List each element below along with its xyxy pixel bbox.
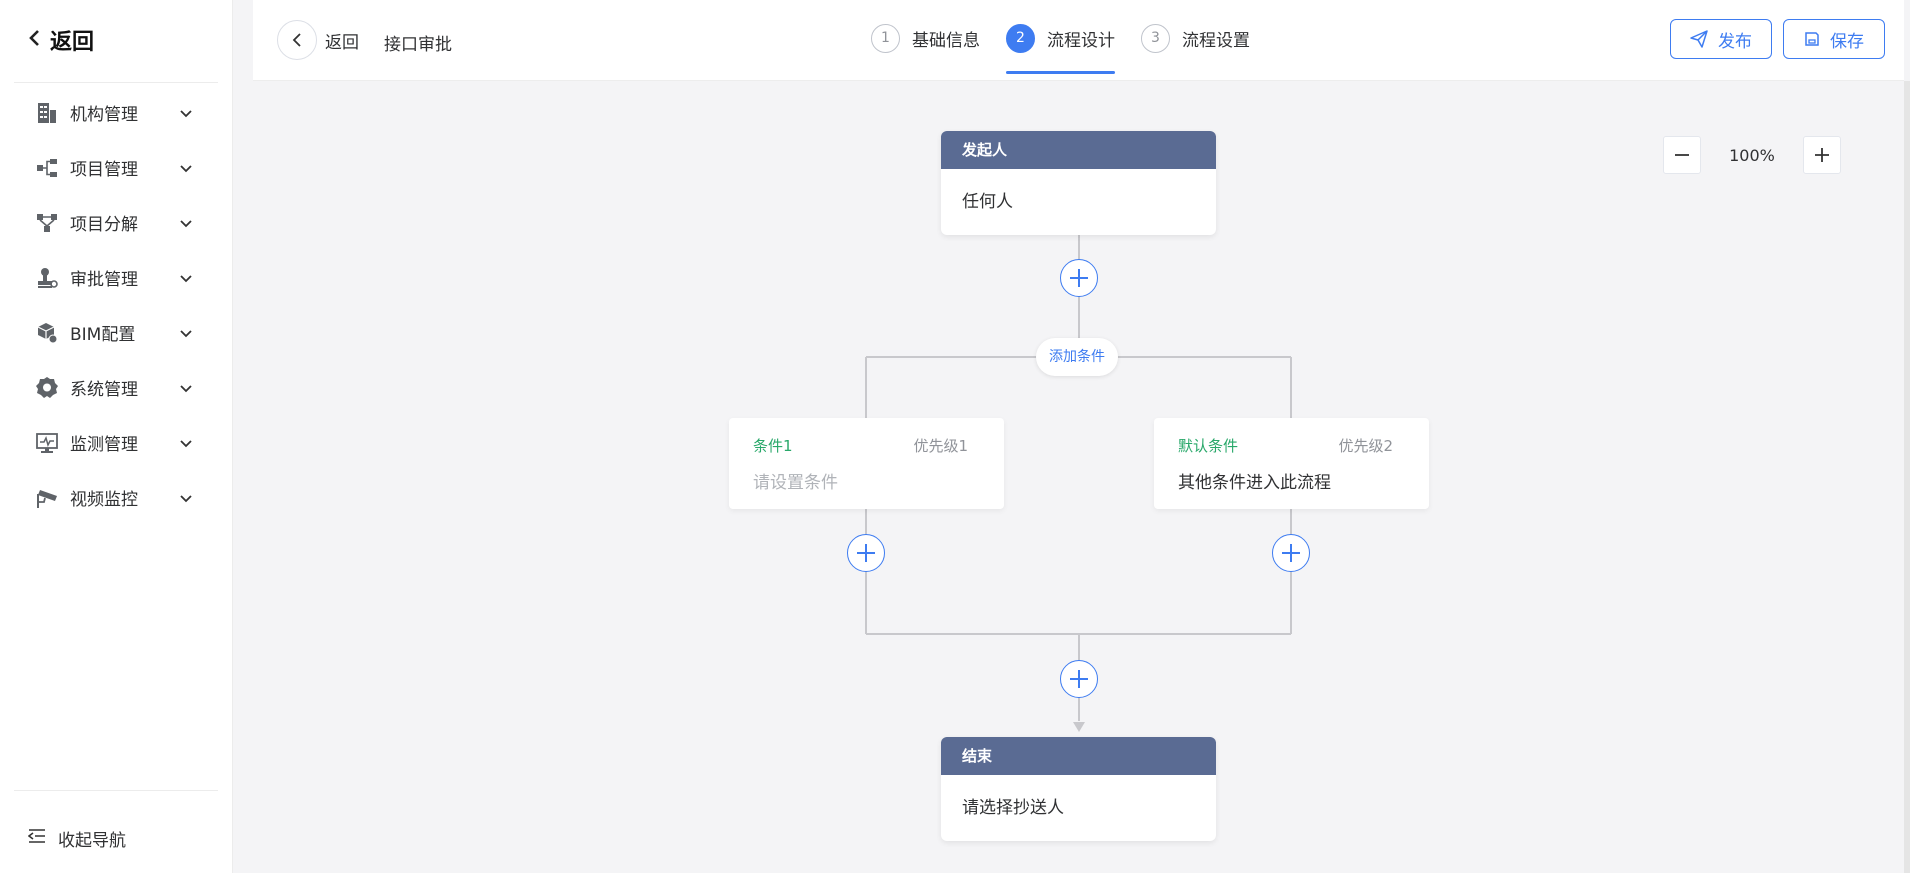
- sidebar-item-approval[interactable]: 审批管理: [0, 250, 232, 305]
- header-back-label: 返回: [325, 32, 359, 53]
- monitor-icon: [34, 430, 60, 456]
- sidebar-menu: 机构管理 项目管理 项目分解 审批管理 BIM配置 系统管理 监测管理 视频监控: [0, 85, 232, 525]
- start-node-body: 任何人: [962, 192, 1013, 212]
- sidebar-back-label: 返回: [50, 30, 95, 55]
- chevron-down-icon: [178, 490, 194, 506]
- step-number: 1: [871, 23, 900, 53]
- approval-stamp-icon: [34, 265, 60, 291]
- add-node-button[interactable]: [1272, 534, 1310, 572]
- step-tabs: 1 基础信息 2 流程设计 3 流程设置: [871, 0, 1276, 81]
- sidebar: 返回 机构管理 项目管理 项目分解 审批管理 BIM配置 系统管理 监测管理 视…: [0, 0, 233, 873]
- publish-button[interactable]: 发布: [1670, 19, 1772, 59]
- sidebar-item-system[interactable]: 系统管理: [0, 360, 232, 415]
- divider: [14, 790, 218, 791]
- plus-icon: [857, 544, 875, 562]
- collapse-nav-button[interactable]: 收起导航: [27, 826, 126, 851]
- collapse-nav-label: 收起导航: [58, 831, 126, 851]
- collapse-menu-icon: [27, 828, 46, 849]
- minus-icon: [1675, 154, 1689, 156]
- step-label: 流程设计: [1047, 30, 1115, 51]
- sidebar-item-label: 系统管理: [70, 380, 138, 400]
- plus-icon: [1815, 148, 1829, 162]
- condition-card-2[interactable]: 默认条件 优先级2 其他条件进入此流程: [1154, 418, 1429, 509]
- divider: [14, 82, 218, 83]
- breakdown-icon: [34, 210, 60, 236]
- sidebar-item-project[interactable]: 项目管理: [0, 140, 232, 195]
- add-node-button[interactable]: [1060, 259, 1098, 297]
- chevron-down-icon: [178, 105, 194, 121]
- add-condition-button[interactable]: 添加条件: [1036, 338, 1118, 376]
- gear-icon: [34, 375, 60, 401]
- step-label: 流程设置: [1182, 30, 1250, 51]
- zoom-in-button[interactable]: [1803, 136, 1841, 174]
- chevron-down-icon: [178, 435, 194, 451]
- sidebar-item-video[interactable]: 视频监控: [0, 470, 232, 525]
- scrollbar[interactable]: [1904, 81, 1910, 873]
- condition-card-1[interactable]: 条件1 优先级1 请设置条件: [729, 418, 1004, 509]
- sidebar-item-org[interactable]: 机构管理: [0, 85, 232, 140]
- add-node-button[interactable]: [1060, 660, 1098, 698]
- sidebar-item-bim[interactable]: BIM配置: [0, 305, 232, 360]
- chevron-down-icon: [178, 160, 194, 176]
- condition-body: 请设置条件: [753, 473, 838, 493]
- sidebar-item-label: 视频监控: [70, 490, 138, 510]
- step-flow-design[interactable]: 2 流程设计: [1006, 0, 1115, 76]
- page-title: 接口审批: [384, 35, 452, 55]
- step-flow-settings[interactable]: 3 流程设置: [1141, 0, 1250, 76]
- plus-icon: [1070, 269, 1088, 287]
- building-icon: [34, 100, 60, 126]
- zoom-control: 100%: [1663, 136, 1841, 174]
- plus-icon: [1282, 544, 1300, 562]
- plus-icon: [1070, 670, 1088, 688]
- sidebar-item-label: BIM配置: [70, 325, 136, 345]
- end-node[interactable]: 结束 请选择抄送人: [941, 737, 1216, 841]
- sidebar-back-button[interactable]: 返回: [28, 22, 94, 58]
- save-button[interactable]: 保存: [1783, 19, 1885, 59]
- end-node-body: 请选择抄送人: [962, 798, 1064, 818]
- start-node[interactable]: 发起人 任何人: [941, 131, 1216, 235]
- end-node-title: 结束: [941, 737, 1216, 775]
- zoom-out-button[interactable]: [1663, 136, 1701, 174]
- sidebar-item-monitor[interactable]: 监测管理: [0, 415, 232, 470]
- step-number: 2: [1006, 23, 1035, 53]
- header: 返回 接口审批 1 基础信息 2 流程设计 3 流程设置 发布 保存: [253, 0, 1904, 81]
- publish-label: 发布: [1718, 31, 1752, 52]
- chevron-down-icon: [178, 325, 194, 341]
- start-node-title: 发起人: [941, 131, 1216, 169]
- condition-title: 条件1: [753, 437, 793, 455]
- header-back-button[interactable]: 返回: [277, 20, 359, 60]
- send-icon: [1690, 30, 1708, 48]
- sidebar-item-label: 机构管理: [70, 105, 138, 125]
- zoom-level: 100%: [1729, 145, 1775, 165]
- sidebar-item-label: 项目管理: [70, 160, 138, 180]
- sidebar-item-breakdown[interactable]: 项目分解: [0, 195, 232, 250]
- sidebar-item-label: 审批管理: [70, 270, 138, 290]
- bim-cube-icon: [34, 320, 60, 346]
- chevron-left-icon: [277, 20, 317, 60]
- chevron-down-icon: [178, 270, 194, 286]
- project-tree-icon: [34, 155, 60, 181]
- sidebar-item-label: 监测管理: [70, 435, 138, 455]
- sidebar-item-label: 项目分解: [70, 215, 138, 235]
- camera-icon: [34, 485, 60, 511]
- chevron-down-icon: [178, 380, 194, 396]
- condition-title: 默认条件: [1178, 437, 1239, 455]
- step-basic-info[interactable]: 1 基础信息: [871, 0, 980, 76]
- chevron-down-icon: [178, 215, 194, 231]
- condition-body: 其他条件进入此流程: [1178, 473, 1331, 493]
- step-label: 基础信息: [912, 30, 980, 51]
- add-node-button[interactable]: [847, 534, 885, 572]
- step-number: 3: [1141, 23, 1170, 53]
- condition-priority: 优先级2: [1338, 437, 1393, 455]
- chevron-left-icon: [28, 28, 50, 53]
- condition-priority: 优先级1: [913, 437, 968, 455]
- save-icon: [1804, 31, 1820, 47]
- save-label: 保存: [1830, 31, 1864, 52]
- flow-canvas[interactable]: 100% 发起人 任何人 添加条件 条件1 优先级1 请设置条件 默认条件 优先…: [253, 81, 1904, 873]
